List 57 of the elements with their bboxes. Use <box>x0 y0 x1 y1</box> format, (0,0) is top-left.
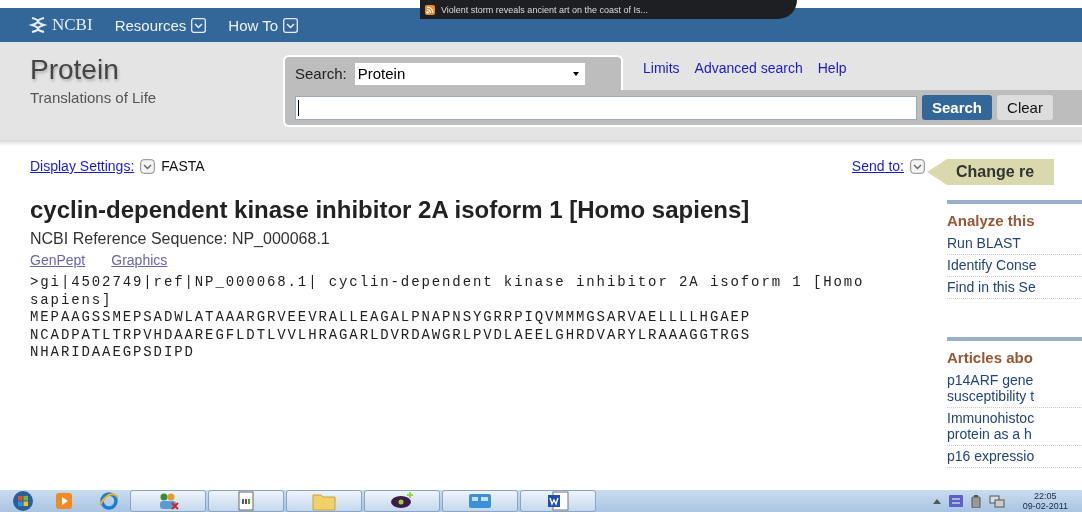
control-panel-icon <box>468 492 492 510</box>
sidebar-link[interactable]: Immunohistoc protein as a h <box>947 408 1082 446</box>
sidebar-link[interactable]: Find in this Se <box>947 277 1082 299</box>
news-headline[interactable]: Violent storm reveals ancient art on the coast of Is... <box>441 4 648 15</box>
browser-icon[interactable] <box>98 491 120 511</box>
ncbi-logo[interactable]: NCBI <box>28 15 93 35</box>
view-link[interactable]: GenPept <box>30 252 86 268</box>
rss-icon <box>425 4 435 15</box>
sidebar-link[interactable]: p14ARF gene susceptibility t <box>947 370 1082 408</box>
dropdown-icon <box>283 17 299 33</box>
battery-icon[interactable] <box>970 494 981 508</box>
nav-menu[interactable]: Resources <box>114 16 207 34</box>
format-label: FASTA <box>161 158 205 174</box>
search-button[interactable]: Clear <box>997 95 1053 120</box>
sidebar-link[interactable]: Identify Conse <box>947 255 1082 277</box>
fasta-line: MEPAAGSSMEPSADWLATAAARGRVEEVRALLEAGALPNAPNSYGRRPIQVMMMGSARVAELLLLHGAEP <box>30 309 753 327</box>
record-title: cyclin-dependent kinase inhibitor 2A isoform 1 [Homo sapiens] <box>30 196 751 224</box>
network-icon[interactable] <box>988 494 1005 508</box>
search-field[interactable] <box>295 95 917 120</box>
sidebar-link[interactable]: p16 expressio <box>947 446 1082 468</box>
chevron-up-icon[interactable] <box>932 498 941 504</box>
search-button[interactable]: Search <box>922 95 993 120</box>
search-link[interactable]: Help <box>817 60 847 76</box>
nav-menu[interactable]: How To <box>228 16 299 34</box>
send-to-link[interactable]: Send to: <box>851 158 904 174</box>
search-label: Search: <box>295 65 347 82</box>
database-tagline: Translations of Life <box>30 89 158 106</box>
clock-time: 22:05 <box>1034 491 1057 501</box>
search-link[interactable]: Limits <box>643 60 680 76</box>
fasta-line: sapiens] <box>30 291 114 309</box>
section-title: Articles abo <box>947 349 1034 366</box>
folder-icon <box>312 491 336 511</box>
taskbar-button[interactable] <box>364 490 440 512</box>
view-link[interactable]: Graphics <box>111 252 168 268</box>
clock-date: 09-02-2011 <box>1022 501 1068 511</box>
dropdown-icon <box>191 17 207 33</box>
helix-icon <box>28 15 48 35</box>
fasta-line: NHARIDAAEGPSDIPD <box>30 344 196 362</box>
section-title: Analyze this <box>947 212 1036 229</box>
sidebar-link[interactable]: Run BLAST <box>947 233 1082 255</box>
dropdown-icon[interactable] <box>910 158 925 174</box>
logo-text: NCBI <box>52 15 93 35</box>
people-icon <box>157 492 179 510</box>
fasta-line: NCADPATLTRPVHDAAREGFLDTLVVLHRAGARLDVRDAWGRLPVDLAEELGHRDVARYLRAAAGGTRGS <box>30 326 753 344</box>
change-region-button[interactable]: Change re <box>927 159 1054 185</box>
reference-sequence: NCBI Reference Sequence: NP_000068.1 <box>30 230 331 248</box>
search-link[interactable]: Advanced search <box>694 60 803 76</box>
database-select[interactable]: Protein <box>354 62 585 85</box>
caret-icon <box>572 71 579 76</box>
dropdown-icon[interactable] <box>140 158 156 174</box>
taskbar-button[interactable] <box>520 490 596 512</box>
fasta-line: >gi|4502749|ref|NP_000068.1| cyclin-dependent kinase inhibitor 2A isoform 1 [Homo <box>30 274 866 292</box>
database-title: Protein <box>30 54 120 86</box>
display-settings-link[interactable]: Display Settings: <box>30 158 135 174</box>
tray-icon[interactable] <box>948 495 963 507</box>
media-player-icon[interactable] <box>54 492 74 510</box>
disc-icon <box>390 492 414 510</box>
